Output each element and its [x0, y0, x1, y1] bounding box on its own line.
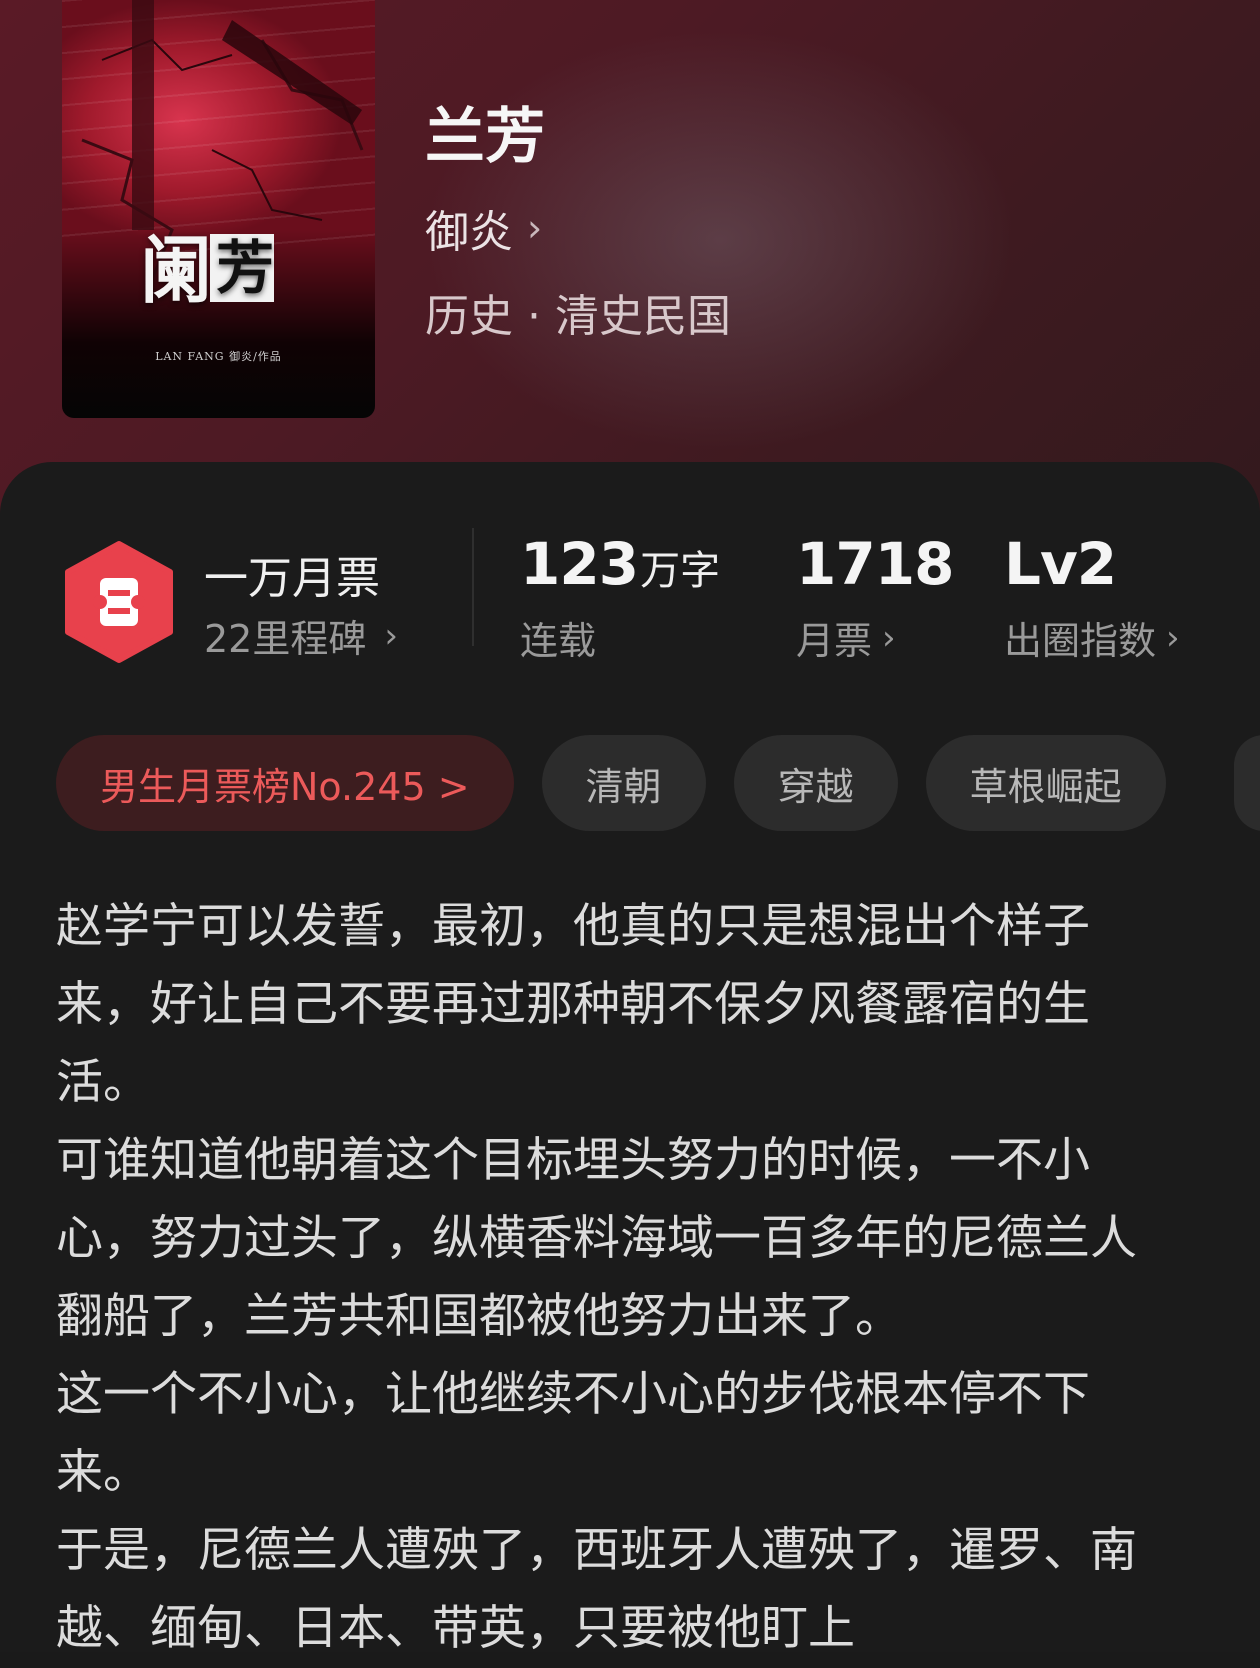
stat-monthly-tickets[interactable]: 1718 月票 › [796, 530, 954, 665]
chevron-right-icon: › [384, 615, 398, 656]
stats-divider [472, 528, 474, 646]
chevron-right-icon: › [882, 617, 896, 658]
monthly-tickets-value: 1718 [796, 530, 954, 598]
author-link[interactable]: 御炎 › [425, 196, 542, 260]
book-header: 阑芳 LAN FANG 御炎/作品 兰芳 御炎 › 历史 · 清史民国 [0, 0, 1260, 520]
tag-qing-dynasty[interactable]: 清朝 [541, 735, 706, 831]
stat-word-count: 123万字 连载 [520, 530, 720, 665]
ticket-hexagon-icon[interactable] [62, 540, 176, 664]
synopsis-paragraph: 可谁知道他朝着这个目标埋头努力的时候，一不小心，努力过头了，纵横香料海域一百多年… [56, 1133, 1137, 1344]
synopsis-paragraph: 于是，尼德兰人遭殃了，西班牙人遭殃了，暹罗、南越、缅甸、日本、带英，只要被他盯上 [56, 1523, 1137, 1656]
stat-popularity[interactable]: Lv2 出圈指数 › [1004, 530, 1180, 665]
tag-time-travel[interactable]: 穿越 [733, 735, 898, 831]
monthly-tickets-label: 月票 [796, 619, 873, 663]
tag-overflow-chip[interactable] [1234, 735, 1260, 831]
milestone-link[interactable]: 22里程碑 › [204, 608, 398, 663]
popularity-value: Lv2 [1004, 530, 1117, 598]
synopsis-paragraph: 这一个不小心，让他继续不小心的步伐根本停不下来。 [56, 1367, 1090, 1500]
tag-grassroots-rise[interactable]: 草根崛起 [925, 735, 1166, 831]
word-count-value: 123 [520, 530, 639, 598]
synopsis-paragraph: 赵学宁可以发誓，最初，他真的只是想混出个样子来，好让自己不要再过那种朝不保夕风餐… [56, 899, 1090, 1110]
chevron-right-icon: › [1166, 617, 1180, 658]
book-cover[interactable]: 阑芳 LAN FANG 御炎/作品 [62, 0, 375, 418]
synopsis[interactable]: 赵学宁可以发誓，最初，他真的只是想混出个样子来，好让自己不要再过那种朝不保夕风餐… [56, 888, 1176, 1668]
tag-row: 男生月票榜No.245 > 清朝 穿越 草根崛起 [56, 735, 1166, 831]
book-title: 兰芳 [425, 102, 545, 172]
milestone-title[interactable]: 一万月票 [204, 542, 380, 606]
serial-status-label: 连载 [520, 619, 597, 663]
rank-tag[interactable]: 男生月票榜No.245 > [56, 735, 514, 831]
author-name: 御炎 [425, 207, 513, 258]
genre-label: 历史 · 清史民国 [425, 291, 731, 342]
cover-credit: LAN FANG 御炎/作品 [155, 350, 282, 363]
cover-title-art: 阑芳 [140, 212, 274, 317]
milestone-subtitle: 22里程碑 [204, 617, 367, 661]
word-count-unit: 万字 [640, 548, 721, 594]
chevron-right-icon: › [527, 206, 543, 250]
popularity-label: 出圈指数 [1004, 619, 1157, 663]
